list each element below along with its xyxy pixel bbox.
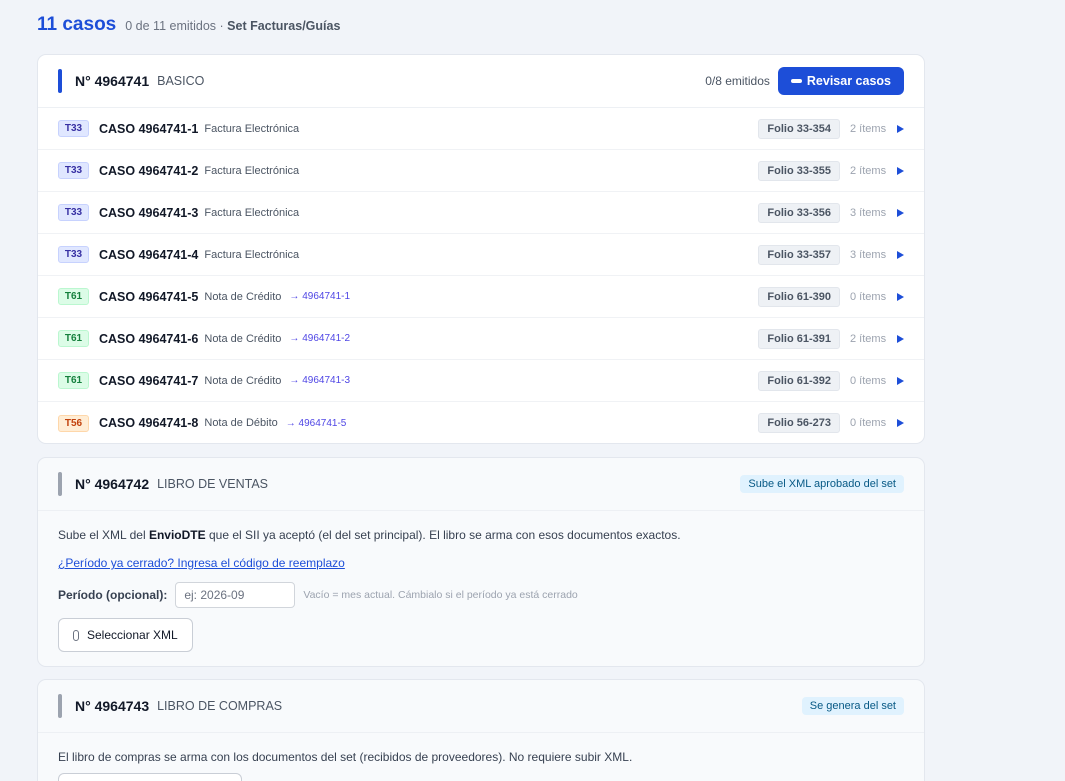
folio-badge: Folio 61-390 [758,286,840,307]
accent-bar [58,694,62,718]
period-label: Período (opcional): [58,588,168,602]
items-count: 2 ítems [850,164,887,177]
accent-bar [58,472,62,496]
period-row: Período (opcional): Vacío = mes actual. … [58,582,904,608]
case-count: 11 casos [37,14,117,35]
set-card-header: N° 4964742 LIBRO DE VENTAS Sube el XML a… [38,458,924,511]
case-name: CASO 4964741-3 [99,205,199,220]
set-card-body: Sube el XML del EnvioDTE que el SII ya a… [38,511,924,666]
expand-arrow-icon[interactable] [897,292,904,301]
case-doc-type: Nota de Crédito [204,290,282,303]
case-row[interactable]: T61 CASO 4964741-5 Nota de Crédito → 496474… [38,276,924,318]
doc-type-badge: T33 [58,162,89,179]
status-badge: Se genera del set [801,697,904,715]
folio-badge: Folio 33-357 [758,244,840,265]
case-doc-type: Nota de Crédito [204,374,282,387]
case-doc-type: Factura Electrónica [204,206,300,219]
doc-type-badge: T33 [58,246,89,263]
set-number: N° 4964743 [75,698,150,714]
case-doc-type: Nota de Crédito [204,332,282,345]
doc-type-badge: T33 [58,120,89,137]
doc-type-badge: T61 [58,288,89,305]
set-card-basico: N° 4964741 BASICO 0/8 emitidos Revisar c… [37,54,925,444]
expand-arrow-icon[interactable] [897,376,904,385]
generate-book-button[interactable] [58,773,242,781]
case-name: CASO 4964741-7 [99,373,199,388]
case-name: CASO 4964741-5 [99,289,199,304]
set-kind: LIBRO DE COMPRAS [157,699,283,713]
items-count: 3 ítems [850,248,887,261]
set-card-header: N° 4964743 LIBRO DE COMPRAS Se genera de… [38,680,924,733]
set-number: N° 4964741 [75,73,150,89]
case-row[interactable]: T33 CASO 4964741-1 Factura Electrónica Foli… [38,108,924,150]
expand-arrow-icon[interactable] [897,124,904,133]
case-name: CASO 4964741-8 [99,416,199,430]
select-xml-button[interactable]: Seleccionar XML [58,618,193,652]
case-reference: → 4964741-5 [285,417,347,429]
expand-arrow-icon[interactable] [897,166,904,175]
paperclip-icon [73,629,79,641]
expand-arrow-icon[interactable] [897,250,904,259]
dash-icon [790,79,802,83]
folio-badge: Folio 33-356 [758,202,840,223]
set-kind: LIBRO DE VENTAS [157,477,269,491]
case-row[interactable]: T33 CASO 4964741-4 Factura Electrónica Foli… [38,234,924,276]
case-name: CASO 4964741-1 [99,121,199,136]
description: El libro de compras se arma con los docu… [58,750,633,764]
folio-badge: Folio 33-355 [758,160,840,181]
review-cases-button[interactable]: Revisar casos [777,67,904,95]
status-badge: Sube el XML aprobado del set [740,475,904,493]
set-number: N° 4964742 [75,476,150,492]
items-count: 2 ítems [850,122,887,135]
folio-badge: Folio 61-392 [758,370,840,391]
case-list: T33 CASO 4964741-1 Factura Electrónica Foli… [38,108,924,443]
doc-type-badge: T61 [58,372,89,389]
expand-arrow-icon[interactable] [897,334,904,343]
period-input[interactable] [175,582,296,608]
set-kind: BASICO [157,74,205,88]
header-summary: 0 de 11 emitidos · Set Facturas/Guías [125,19,341,33]
expand-arrow-icon[interactable] [897,208,904,217]
accent-bar [58,69,62,93]
description: Sube el XML del EnvioDTE que el SII ya a… [58,528,681,542]
period-hint: Vacío = mes actual. Cámbialo si el perío… [303,589,578,601]
case-row[interactable]: T61 CASO 4964741-6 Nota de Crédito → 496474… [38,318,924,360]
doc-type-badge: T33 [58,204,89,221]
set-card-libro-compras: N° 4964743 LIBRO DE COMPRAS Se genera de… [37,679,925,781]
folio-badge: Folio 61-391 [758,328,840,349]
case-reference: → 4964741-2 [289,333,351,344]
case-doc-type: Factura Electrónica [204,122,300,135]
set-card-libro-ventas: N° 4964742 LIBRO DE VENTAS Sube el XML a… [37,457,925,667]
items-count: 0 ítems [850,374,887,387]
folio-badge: Folio 56-273 [758,413,840,433]
case-row[interactable]: T56 CASO 4964741-8 Nota de Débito → 4964741… [38,402,924,443]
case-doc-type: Nota de Débito [204,417,278,429]
items-count: 0 ítems [850,417,887,429]
doc-type-badge: T61 [58,330,89,347]
items-count: 2 ítems [850,332,887,345]
set-card-body: El libro de compras se arma con los docu… [38,733,924,781]
page-header: 11 casos 0 de 11 emitidos · Set Facturas… [37,14,340,36]
case-name: CASO 4964741-6 [99,331,199,346]
set-name: Set Facturas/Guías [227,19,341,33]
items-count: 0 ítems [850,290,887,303]
case-reference: → 4964741-3 [289,375,351,386]
items-count: 3 ítems [850,206,887,219]
case-name: CASO 4964741-4 [99,247,199,262]
case-row[interactable]: T33 CASO 4964741-2 Factura Electrónica Foli… [38,150,924,192]
case-row[interactable]: T33 CASO 4964741-3 Factura Electrónica Foli… [38,192,924,234]
replacement-code-link[interactable]: ¿Período ya cerrado? Ingresa el código d… [58,556,345,570]
case-doc-type: Factura Electrónica [204,248,300,261]
set-card-header: N° 4964741 BASICO 0/8 emitidos Revisar c… [38,55,924,108]
emitted-count: 0/8 emitidos [705,74,770,88]
expand-arrow-icon[interactable] [897,419,904,427]
case-name: CASO 4964741-2 [99,163,199,178]
doc-type-badge: T56 [58,414,89,432]
case-reference: → 4964741-1 [289,291,351,302]
case-row[interactable]: T61 CASO 4964741-7 Nota de Crédito → 496474… [38,360,924,402]
case-doc-type: Factura Electrónica [204,164,300,177]
folio-badge: Folio 33-354 [758,118,840,139]
